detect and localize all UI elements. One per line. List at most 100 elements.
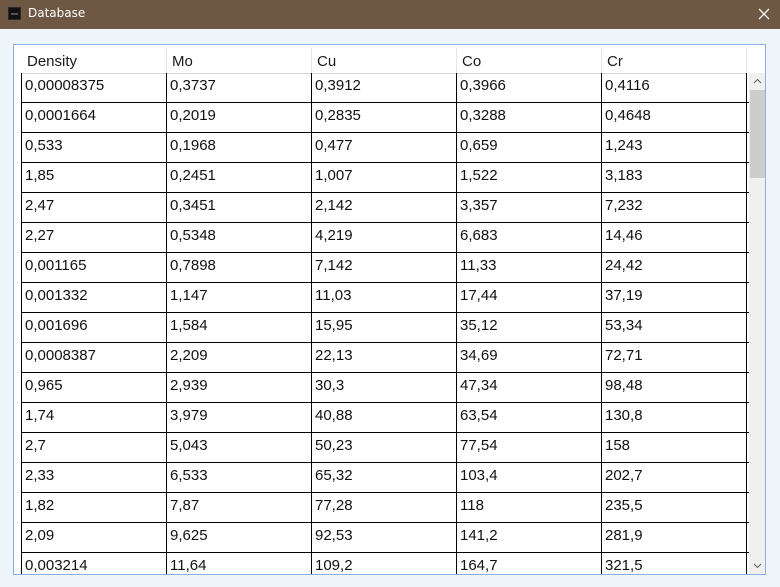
table-cell[interactable]: 2,27 [22,223,167,252]
table-cell[interactable]: 6,533 [167,463,312,492]
table-row[interactable]: 0,001696 1,584 15,95 35,12 53,34 [22,313,749,343]
table-cell[interactable]: 141,2 [457,523,602,552]
table-row[interactable]: 0,533 0,1968 0,477 0,659 1,243 [22,133,749,163]
table-cell[interactable]: 0,3451 [167,193,312,222]
table-row[interactable]: 0,001332 1,147 11,03 17,44 37,19 [22,283,749,313]
table-cell[interactable]: 5,043 [167,433,312,462]
table-cell[interactable]: 7,232 [602,193,747,222]
table-row[interactable]: 2,47 0,3451 2,142 3,357 7,232 [22,193,749,223]
data-grid[interactable]: Density Mo Cu Co Cr 0,00008375 0,3737 0,3912 0,… [13,44,766,575]
table-cell[interactable]: 0,2835 [312,103,457,132]
table-cell[interactable]: 0,3966 [457,73,602,102]
table-cell[interactable]: 0,3288 [457,103,602,132]
table-cell[interactable]: 0,533 [22,133,167,162]
table-row[interactable]: 1,82 7,87 77,28 118 235,5 [22,493,749,523]
table-row[interactable]: 0,965 2,939 30,3 47,34 98,48 [22,373,749,403]
table-row[interactable]: 0,001165 0,7898 7,142 11,33 24,42 [22,253,749,283]
table-cell[interactable]: 6,683 [457,223,602,252]
title-bar[interactable]: Database [0,0,780,29]
table-cell[interactable]: 0,1968 [167,133,312,162]
column-header-density[interactable]: Density [22,48,167,73]
table-cell[interactable]: 0,4116 [602,73,747,102]
table-cell[interactable]: 158 [602,433,747,462]
table-cell[interactable]: 0,2451 [167,163,312,192]
table-cell[interactable]: 14,46 [602,223,747,252]
table-cell[interactable]: 0,7898 [167,253,312,282]
table-cell[interactable]: 0,5348 [167,223,312,252]
table-row[interactable]: 2,33 6,533 65,32 103,4 202,7 [22,463,749,493]
table-cell[interactable]: 3,183 [602,163,747,192]
table-cell[interactable]: 11,03 [312,283,457,312]
vertical-scrollbar[interactable] [749,73,765,574]
table-cell[interactable]: 92,53 [312,523,457,552]
table-cell[interactable]: 2,09 [22,523,167,552]
table-cell[interactable]: 1,007 [312,163,457,192]
table-row[interactable]: 2,27 0,5348 4,219 6,683 14,46 [22,223,749,253]
table-cell[interactable]: 9,625 [167,523,312,552]
table-cell[interactable]: 0,001332 [22,283,167,312]
table-cell[interactable]: 37,19 [602,283,747,312]
table-cell[interactable]: 77,28 [312,493,457,522]
table-cell[interactable]: 2,47 [22,193,167,222]
table-cell[interactable]: 0,0001664 [22,103,167,132]
table-cell[interactable]: 1,74 [22,403,167,432]
table-cell[interactable]: 321,5 [602,553,747,574]
table-cell[interactable]: 47,34 [457,373,602,402]
table-cell[interactable]: 281,9 [602,523,747,552]
table-cell[interactable]: 0,2019 [167,103,312,132]
scroll-up-button[interactable] [749,73,765,90]
table-cell[interactable]: 63,54 [457,403,602,432]
table-row[interactable]: 1,85 0,2451 1,007 1,522 3,183 [22,163,749,193]
table-cell[interactable]: 164,7 [457,553,602,574]
table-row[interactable]: 2,09 9,625 92,53 141,2 281,9 [22,523,749,553]
table-cell[interactable]: 0,965 [22,373,167,402]
table-row[interactable]: 0,00008375 0,3737 0,3912 0,3966 0,4116 [22,73,749,103]
table-cell[interactable]: 2,33 [22,463,167,492]
table-cell[interactable]: 77,54 [457,433,602,462]
table-cell[interactable]: 11,33 [457,253,602,282]
table-cell[interactable]: 109,2 [312,553,457,574]
table-cell[interactable]: 103,4 [457,463,602,492]
scrollbar-thumb[interactable] [750,90,765,178]
table-cell[interactable]: 2,209 [167,343,312,372]
table-cell[interactable]: 65,32 [312,463,457,492]
table-row[interactable]: 0,0001664 0,2019 0,2835 0,3288 0,4648 [22,103,749,133]
table-cell[interactable]: 2,7 [22,433,167,462]
table-cell[interactable]: 130,8 [602,403,747,432]
table-cell[interactable]: 1,147 [167,283,312,312]
table-cell[interactable]: 24,42 [602,253,747,282]
table-cell[interactable]: 1,85 [22,163,167,192]
table-cell[interactable]: 202,7 [602,463,747,492]
table-cell[interactable]: 0,3912 [312,73,457,102]
table-cell[interactable]: 7,142 [312,253,457,282]
table-row[interactable]: 0,0008387 2,209 22,13 34,69 72,71 [22,343,749,373]
table-cell[interactable]: 0,001696 [22,313,167,342]
table-cell[interactable]: 3,979 [167,403,312,432]
table-cell[interactable]: 1,82 [22,493,167,522]
table-cell[interactable]: 4,219 [312,223,457,252]
table-cell[interactable]: 118 [457,493,602,522]
table-cell[interactable]: 53,34 [602,313,747,342]
table-cell[interactable]: 30,3 [312,373,457,402]
table-cell[interactable]: 22,13 [312,343,457,372]
table-cell[interactable]: 98,48 [602,373,747,402]
table-cell[interactable]: 0,4648 [602,103,747,132]
scroll-down-button[interactable] [749,557,765,574]
table-cell[interactable]: 1,522 [457,163,602,192]
table-cell[interactable]: 11,64 [167,553,312,574]
table-cell[interactable]: 0,0008387 [22,343,167,372]
table-cell[interactable]: 15,95 [312,313,457,342]
table-cell[interactable]: 0,477 [312,133,457,162]
table-cell[interactable]: 2,939 [167,373,312,402]
table-cell[interactable]: 3,357 [457,193,602,222]
table-row[interactable]: 1,74 3,979 40,88 63,54 130,8 [22,403,749,433]
table-cell[interactable]: 72,71 [602,343,747,372]
table-row[interactable]: 0,003214 11,64 109,2 164,7 321,5 [22,553,749,574]
close-button[interactable] [748,0,780,29]
table-cell[interactable]: 0,003214 [22,553,167,574]
table-cell[interactable]: 35,12 [457,313,602,342]
table-row[interactable]: 2,7 5,043 50,23 77,54 158 [22,433,749,463]
column-header-cr[interactable]: Cr [602,48,747,73]
table-cell[interactable]: 0,659 [457,133,602,162]
table-cell[interactable]: 235,5 [602,493,747,522]
